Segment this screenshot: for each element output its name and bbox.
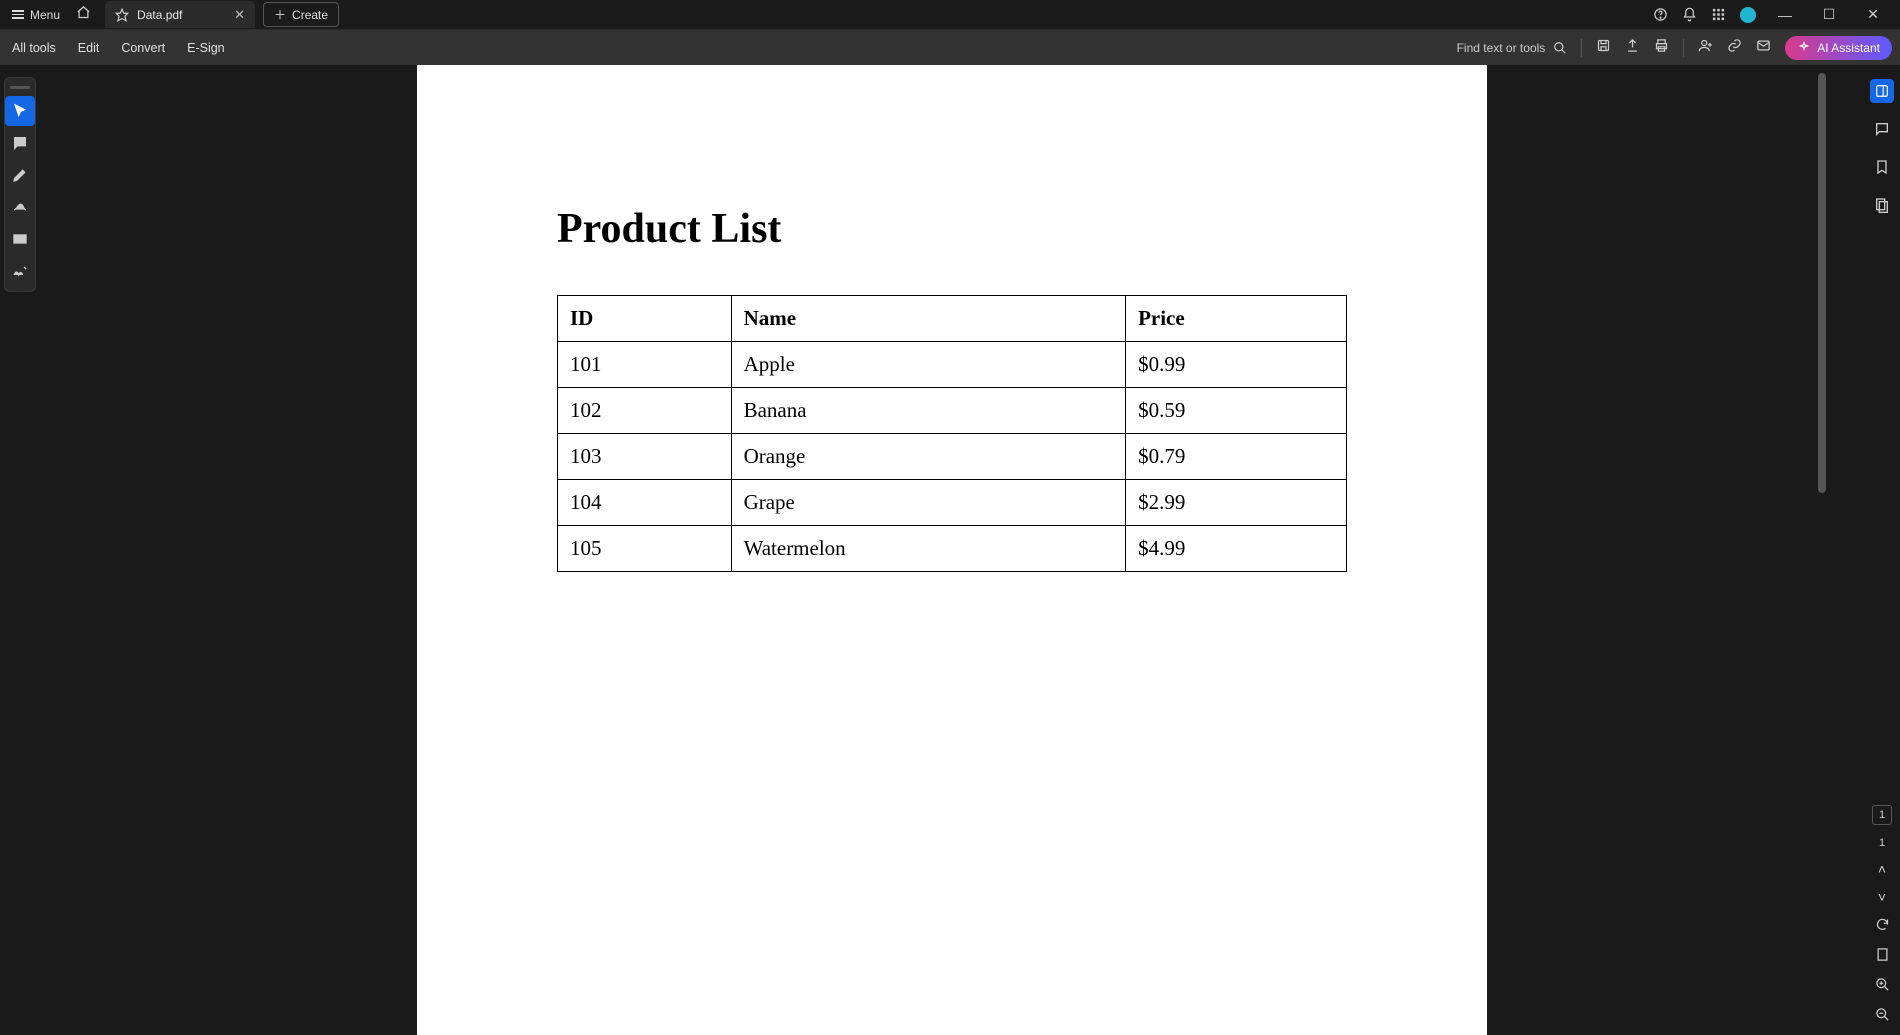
table-row: 103 Orange $0.79 (558, 434, 1347, 480)
left-rail (0, 65, 40, 1035)
search-icon (1553, 41, 1567, 55)
find-button[interactable]: Find text or tools (1457, 41, 1568, 55)
star-icon (115, 8, 129, 22)
share-icon[interactable] (1625, 38, 1640, 57)
column-header-name: Name (731, 296, 1126, 342)
ai-label: AI Assistant (1817, 41, 1880, 55)
vertical-scrollbar[interactable] (1814, 65, 1828, 565)
column-header-price: Price (1126, 296, 1347, 342)
plus-icon: ＋ (274, 6, 286, 23)
cell-name: Watermelon (731, 526, 1126, 572)
table-row: 104 Grape $2.99 (558, 480, 1347, 526)
window-maximize[interactable]: ☐ (1814, 6, 1844, 23)
cell-name: Banana (731, 388, 1126, 434)
comment-tool[interactable] (5, 128, 35, 158)
page-total: 1 (1879, 837, 1885, 849)
toolbar-item-alltools[interactable]: All tools (8, 37, 60, 59)
apps-icon[interactable] (1711, 7, 1726, 22)
erase-tool[interactable] (5, 192, 35, 222)
toolbar-item-esign[interactable]: E-Sign (183, 37, 229, 59)
page-down-button[interactable]: ˅ (1878, 889, 1886, 905)
pdf-page: Product List ID Name Price 101 Apple $0.… (417, 65, 1487, 1035)
print-icon[interactable] (1654, 38, 1669, 57)
separator (1581, 39, 1582, 57)
add-user-icon[interactable] (1698, 38, 1713, 57)
menu-label: Menu (30, 8, 60, 22)
cell-id: 101 (558, 342, 732, 388)
titlebar-right: — ☐ ✕ (1653, 6, 1896, 23)
hamburger-icon (12, 10, 24, 19)
mail-icon[interactable] (1756, 38, 1771, 57)
cell-price: $0.79 (1126, 434, 1347, 480)
separator (1683, 39, 1684, 57)
table-row: 105 Watermelon $4.99 (558, 526, 1347, 572)
table-header-row: ID Name Price (558, 296, 1347, 342)
rotate-button[interactable] (1875, 917, 1890, 935)
cell-name: Apple (731, 342, 1126, 388)
cell-price: $0.59 (1126, 388, 1347, 434)
right-rail: 1 1 ˄ ˅ (1864, 65, 1900, 1035)
cell-name: Orange (731, 434, 1126, 480)
zoom-out-button[interactable] (1875, 1007, 1890, 1025)
main-area: Product List ID Name Price 101 Apple $0.… (0, 65, 1900, 1035)
table-row: 102 Banana $0.59 (558, 388, 1347, 434)
tab-filename: Data.pdf (137, 8, 182, 22)
create-label: Create (292, 8, 328, 22)
scrollbar-thumb[interactable] (1818, 73, 1826, 493)
toolbar-item-edit[interactable]: Edit (74, 37, 104, 59)
ai-assistant-button[interactable]: AI Assistant (1785, 36, 1892, 60)
cell-price: $2.99 (1126, 480, 1347, 526)
tab-close-button[interactable]: ✕ (234, 7, 245, 23)
cell-id: 102 (558, 388, 732, 434)
bell-icon[interactable] (1682, 7, 1697, 22)
help-icon[interactable] (1653, 7, 1668, 22)
sign-tool[interactable] (5, 256, 35, 286)
avatar[interactable] (1740, 7, 1756, 23)
document-tab[interactable]: Data.pdf ✕ (105, 1, 255, 28)
zoom-in-button[interactable] (1875, 977, 1890, 995)
cell-name: Grape (731, 480, 1126, 526)
bookmarks-panel-icon[interactable] (1874, 159, 1890, 179)
document-viewport[interactable]: Product List ID Name Price 101 Apple $0.… (40, 65, 1864, 1035)
toolbar-right: Find text or tools AI Assistant (1457, 36, 1892, 60)
panel-toggle-icon[interactable] (1870, 79, 1894, 103)
textbox-tool[interactable] (5, 224, 35, 254)
fit-page-button[interactable] (1875, 947, 1890, 965)
rail-handle[interactable] (10, 86, 30, 89)
thumbnails-panel-icon[interactable] (1874, 197, 1890, 217)
page-controls: 1 1 ˄ ˅ (1872, 805, 1892, 1025)
product-table: ID Name Price 101 Apple $0.99 102 Banana… (557, 295, 1347, 572)
find-label: Find text or tools (1457, 41, 1546, 55)
select-tool[interactable] (5, 96, 35, 126)
menu-button[interactable]: Menu (4, 4, 68, 26)
save-icon[interactable] (1596, 38, 1611, 57)
toolbar-left: All tools Edit Convert E-Sign (8, 37, 229, 59)
cell-id: 103 (558, 434, 732, 480)
home-button[interactable] (68, 1, 99, 29)
window-minimize[interactable]: — (1770, 7, 1800, 23)
toolbar: All tools Edit Convert E-Sign Find text … (0, 29, 1900, 65)
column-header-id: ID (558, 296, 732, 342)
toolbar-item-convert[interactable]: Convert (117, 37, 169, 59)
cell-id: 104 (558, 480, 732, 526)
window-close[interactable]: ✕ (1858, 6, 1888, 23)
cell-id: 105 (558, 526, 732, 572)
page-up-button[interactable]: ˄ (1878, 861, 1886, 877)
link-icon[interactable] (1727, 38, 1742, 57)
table-row: 101 Apple $0.99 (558, 342, 1347, 388)
comments-panel-icon[interactable] (1874, 121, 1890, 141)
page-current-input[interactable]: 1 (1872, 805, 1892, 825)
cell-price: $0.99 (1126, 342, 1347, 388)
titlebar: Menu Data.pdf ✕ ＋ Create — ☐ ✕ (0, 0, 1900, 29)
create-button[interactable]: ＋ Create (263, 2, 339, 27)
cell-price: $4.99 (1126, 526, 1347, 572)
sparkle-icon (1797, 41, 1811, 55)
document-title: Product List (557, 205, 1347, 253)
draw-tool[interactable] (5, 160, 35, 190)
